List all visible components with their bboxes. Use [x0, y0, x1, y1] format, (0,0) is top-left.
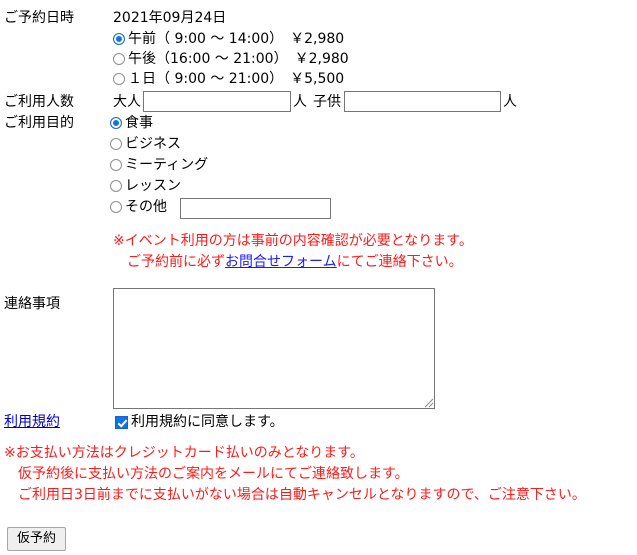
message-textarea[interactable] [113, 288, 435, 409]
guest-count-label: ご利用人数 [4, 94, 74, 110]
purpose-option-business[interactable]: ビジネス [110, 134, 181, 154]
payment-notice-line-1: ※お支払い方法はクレジットカード払いのみとなります。 [4, 445, 364, 461]
event-notice-line-1: ※イベント利用の方は事前の内容確認が必要となります。 [113, 233, 473, 249]
adult-count-input[interactable] [143, 91, 291, 112]
time-slot-allday-price: ￥5,500 [290, 71, 345, 87]
radio-allday[interactable] [113, 73, 125, 85]
terms-agree-row[interactable]: 利用規約に同意します。 [115, 412, 284, 432]
radio-afternoon[interactable] [113, 53, 125, 65]
time-slot-morning-text: 午前（ 9:00 ～ 14:00） [128, 31, 284, 47]
adult-unit-suffix: 人 [293, 94, 307, 110]
time-slot-option-allday[interactable]: １日（ 9:00 ～ 21:00） ￥5,500 [113, 69, 344, 89]
radio-lesson[interactable] [110, 180, 122, 192]
radio-meeting[interactable] [110, 159, 122, 171]
time-slot-afternoon-text: 午後（16:00 ～ 21:00） [128, 51, 288, 67]
payment-notice-line-3: ご利用日3日前までに支払いがない場合は自動キャンセルとなりますので、ご注意下さい… [18, 487, 586, 503]
contact-form-link[interactable]: お問合せフォーム [225, 254, 337, 270]
purpose-option-meeting[interactable]: ミーティング [110, 155, 208, 175]
provisional-reservation-button[interactable]: 仮予約 [7, 527, 67, 551]
terms-agree-text: 利用規約に同意します。 [131, 414, 284, 430]
purpose-business-text: ビジネス [125, 136, 181, 152]
event-notice-line-2: ご予約前に必ずお問合せフォームにてご連絡下さい。 [127, 252, 463, 273]
purpose-meeting-text: ミーティング [125, 157, 209, 173]
event-notice-line-2-suffix: にてご連絡下さい。 [336, 254, 463, 270]
time-slot-morning-price: ￥2,980 [290, 31, 345, 47]
purpose-other-input[interactable] [180, 198, 331, 219]
purpose-meal-text: 食事 [125, 115, 153, 131]
purpose-lesson-text: レッスン [125, 178, 181, 194]
child-unit-suffix: 人 [503, 94, 517, 110]
radio-meal[interactable] [110, 117, 122, 129]
purpose-other-text: その他 [125, 199, 167, 215]
child-count-input[interactable] [344, 91, 501, 112]
time-slot-allday-text: １日（ 9:00 ～ 21:00） [128, 71, 284, 87]
terms-link[interactable]: 利用規約 [4, 412, 60, 432]
radio-morning[interactable] [113, 33, 125, 45]
purpose-option-other[interactable]: その他 [110, 197, 167, 217]
time-slot-afternoon-price: ￥2,980 [294, 51, 349, 67]
time-slot-option-morning[interactable]: 午前（ 9:00 ～ 14:00） ￥2,980 [113, 29, 344, 49]
purpose-option-meal[interactable]: 食事 [110, 113, 153, 133]
purpose-option-lesson[interactable]: レッスン [110, 176, 181, 196]
purpose-label: ご利用目的 [4, 115, 74, 131]
adult-count-unit-label: 大人 [113, 94, 141, 110]
child-count-label: 子供 [313, 94, 341, 110]
message-label: 連絡事項 [4, 296, 60, 312]
terms-agree-checkbox[interactable] [115, 415, 128, 429]
time-slot-option-afternoon[interactable]: 午後（16:00 ～ 21:00） ￥2,980 [113, 49, 349, 69]
reservation-datetime-label: ご予約日時 [4, 10, 74, 26]
radio-other[interactable] [110, 201, 122, 213]
event-notice-line-2-prefix: ご予約前に必ず [127, 254, 225, 270]
reservation-date-value: 2021年09月24日 [113, 10, 227, 26]
payment-notice-line-2: 仮予約後に支払い方法のご案内をメールにてご連絡致します。 [18, 466, 409, 482]
radio-business[interactable] [110, 138, 122, 150]
